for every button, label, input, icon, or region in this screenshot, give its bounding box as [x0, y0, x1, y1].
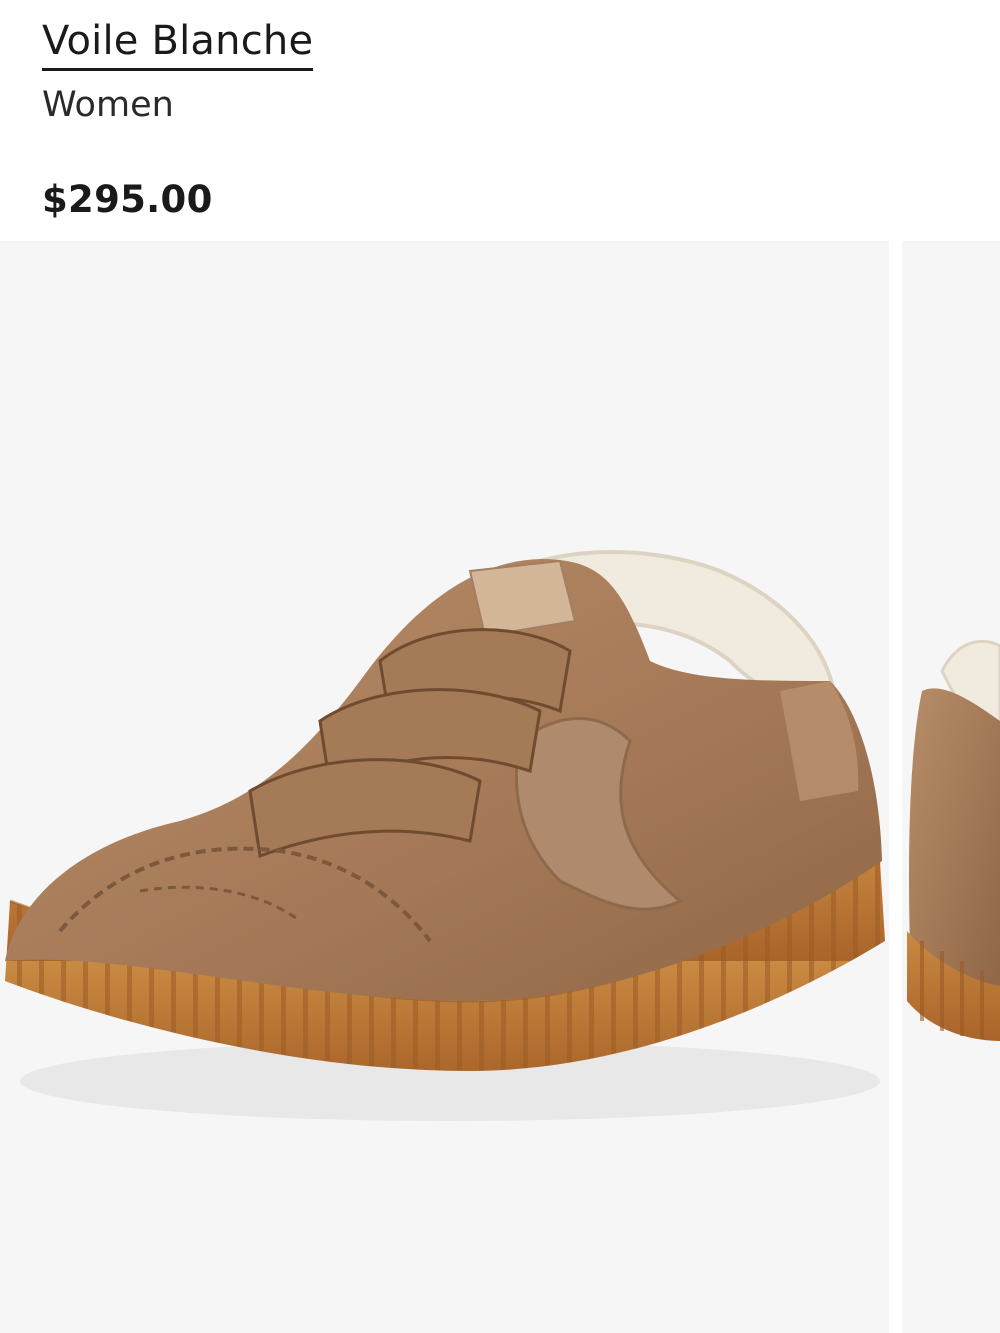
product-category: Women	[42, 85, 174, 125]
brand-link[interactable]: Voile Blanche	[42, 18, 314, 71]
product-header: Voile Blanche Women	[42, 18, 314, 125]
product-page: Voile Blanche Women $295.00	[0, 0, 1000, 1333]
sneaker-image	[5, 549, 885, 1121]
gallery-slide-next[interactable]	[902, 241, 1000, 1333]
gallery-slide-main[interactable]	[0, 241, 889, 1333]
product-price: $295.00	[42, 178, 213, 221]
image-gallery[interactable]	[0, 241, 1000, 1333]
sneaker-image	[907, 639, 1000, 1041]
